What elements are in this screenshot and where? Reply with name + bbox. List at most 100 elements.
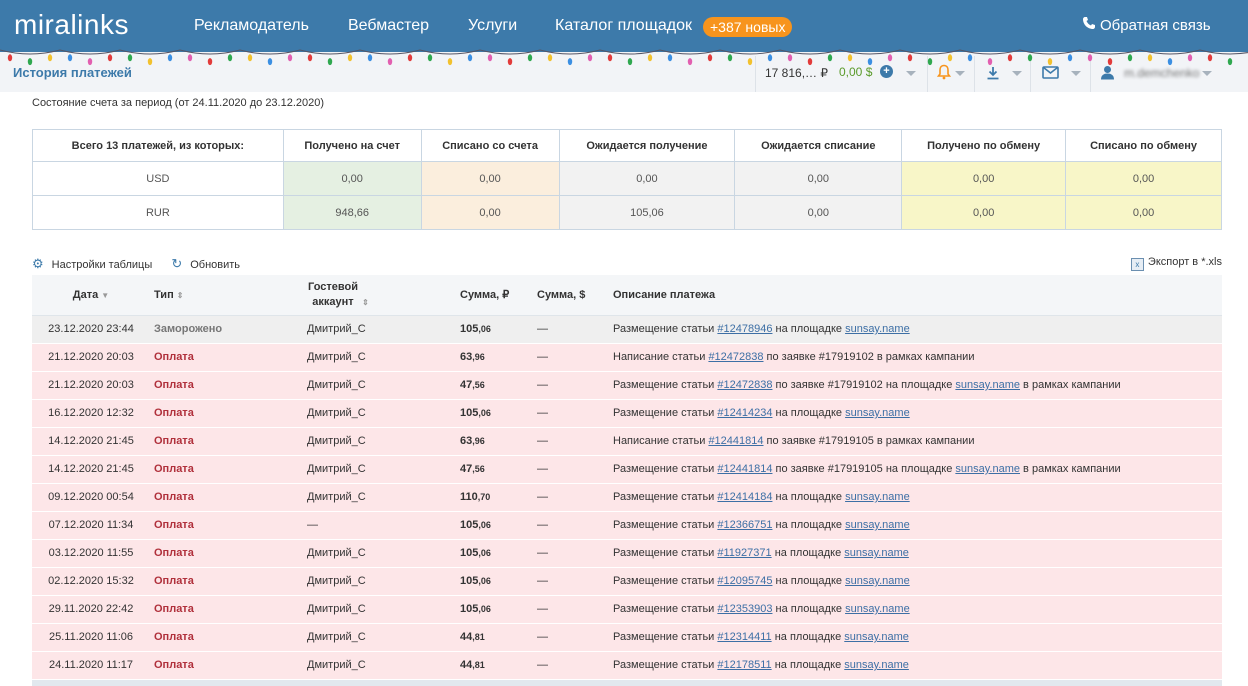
table-row[interactable]: 14.12.2020 21:45 Оплата Дмитрий_С 47,56 — Раз… [32, 455, 1222, 484]
article-link[interactable]: #12441814 [708, 435, 763, 447]
table-row[interactable]: 21.12.2020 20:03 Оплата Дмитрий_С 63,96 — Нап… [32, 343, 1222, 372]
table-row[interactable]: 25.11.2020 11:06 Оплата Дмитрий_С 44,81 — Раз… [32, 623, 1222, 652]
table-scroll-strip[interactable] [32, 680, 1222, 686]
site-link[interactable]: sunsay.name [845, 491, 910, 503]
refresh-icon: ↻ [171, 256, 183, 271]
payment-guest: Дмитрий_С [303, 399, 456, 428]
table-row[interactable]: 14.12.2020 21:45 Оплата Дмитрий_С 63,96 — Нап… [32, 427, 1222, 456]
table-row[interactable]: 09.12.2020 00:54 Оплата Дмитрий_С 110,70 — Ра… [32, 483, 1222, 512]
table-row[interactable]: 29.11.2020 22:42 Оплата Дмитрий_С 105,06 — Ра… [32, 595, 1222, 624]
page-title: История платежей [13, 65, 132, 80]
table-row[interactable]: 02.12.2020 15:32 Оплата Дмитрий_С 105,06 — Ра… [32, 567, 1222, 596]
summary-col-expected-write-off: Ожидается списание [734, 129, 903, 162]
balance-caret-icon[interactable] [906, 71, 916, 76]
table-row[interactable]: 24.11.2020 11:17 Оплата Дмитрий_С 44,81 — Раз… [32, 651, 1222, 680]
summary-row-usd: USD 0,00 0,00 0,00 0,00 0,00 0,00 [32, 161, 1222, 196]
payment-guest: Дмитрий_С [303, 343, 456, 372]
nav-advertiser[interactable]: Рекламодатель [194, 17, 309, 35]
col-date[interactable]: Дата ▼ [32, 275, 150, 316]
payment-description: Размещение статьи #12414184 на площадке … [609, 483, 1222, 512]
feedback-link[interactable]: Обратная связь [1082, 16, 1211, 34]
article-link[interactable]: #12178511 [717, 659, 771, 671]
article-link[interactable]: #12353903 [717, 603, 772, 615]
feedback-label: Обратная связь [1100, 17, 1211, 34]
table-row[interactable]: 07.12.2020 11:34 Оплата —105,06— Размещение… [32, 511, 1222, 540]
table-toolbar: ⚙ Настройки таблицы ↻ Обновить [32, 256, 256, 272]
site-link[interactable]: sunsay.name [955, 379, 1020, 391]
refresh-button[interactable]: ↻ Обновить [171, 256, 248, 271]
add-funds-icon[interactable]: + [880, 65, 893, 78]
article-link[interactable]: #12441814 [717, 463, 772, 475]
messages-button[interactable] [1030, 56, 1090, 92]
payment-type: Заморожено [154, 323, 223, 335]
article-link[interactable]: #12472838 [708, 351, 763, 363]
article-link[interactable]: #12478946 [717, 323, 772, 335]
article-link[interactable]: #12095745 [717, 575, 772, 587]
summary-col-expected-receipt: Ожидается получение [558, 129, 736, 162]
summary-col-exchange-written-off: Списано по обмену [1065, 129, 1222, 162]
summary-cell: 0,00 [420, 195, 560, 230]
site-link[interactable]: sunsay.name [955, 463, 1020, 475]
payment-date: 21.12.2020 20:03 [32, 343, 150, 372]
balance-rub: 17 816,… ₽ [765, 66, 829, 80]
article-link[interactable]: #12366751 [717, 519, 772, 531]
table-row[interactable]: 03.12.2020 11:55 Оплата Дмитрий_С 105,06 — Ра… [32, 539, 1222, 568]
table-row[interactable]: 21.12.2020 20:03 Оплата Дмитрий_С 47,56 — Раз… [32, 371, 1222, 400]
payment-guest: Дмитрий_С [303, 483, 456, 512]
payments-table: Дата ▼ Тип ⇕ Гостевой аккаунт ⇕ Сумма, ₽… [32, 275, 1222, 680]
payment-sum-usd: — [533, 623, 609, 652]
payment-sum-usd: — [533, 539, 609, 568]
article-link[interactable]: #12414234 [717, 407, 772, 419]
bell-icon [936, 64, 952, 85]
payment-date: 29.11.2020 22:42 [32, 595, 150, 624]
col-description: Описание платежа [609, 275, 1222, 316]
payment-sum-usd: — [533, 371, 609, 400]
payment-guest: Дмитрий_С [303, 651, 456, 680]
summary-cell: 0,00 [1065, 195, 1222, 230]
payment-description: Размещение статьи #12366751 на площадке … [609, 511, 1222, 540]
payment-type: Оплата [154, 407, 194, 419]
export-xls-button[interactable]: x Экспорт в *.xls [1130, 256, 1222, 271]
article-link[interactable]: #11927371 [717, 547, 771, 559]
col-type[interactable]: Тип ⇕ [150, 275, 303, 316]
site-link[interactable]: sunsay.name [845, 323, 910, 335]
article-link[interactable]: #12414184 [717, 491, 772, 503]
col-sum-rub[interactable]: Сумма, ₽ [456, 275, 533, 316]
site-link[interactable]: sunsay.name [844, 547, 909, 559]
summary-col-written-off: Списано со счета [420, 129, 560, 162]
download-icon [986, 66, 1000, 85]
payment-sum-usd: — [533, 483, 609, 512]
site-link[interactable]: sunsay.name [844, 631, 909, 643]
new-sites-badge[interactable]: +387 новых [703, 17, 793, 37]
currency-label: RUR [32, 195, 284, 230]
payment-type: Оплата [154, 659, 194, 671]
payment-date: 09.12.2020 00:54 [32, 483, 150, 512]
article-link[interactable]: #12472838 [717, 379, 772, 391]
summary-header-row: Всего 13 платежей, из которых: Получено … [32, 129, 1222, 162]
nav-catalog[interactable]: Каталог площадок [555, 17, 692, 35]
nav-services[interactable]: Услуги [468, 17, 517, 35]
payment-date: 02.12.2020 15:32 [32, 567, 150, 596]
site-link[interactable]: sunsay.name [844, 659, 909, 671]
nav-webmaster[interactable]: Вебмастер [348, 17, 429, 35]
logo[interactable]: miralinks [14, 9, 129, 41]
col-sum-usd[interactable]: Сумма, $ [533, 275, 609, 316]
payment-date: 25.11.2020 11:06 [32, 623, 150, 652]
messages-caret-icon [1071, 71, 1081, 76]
table-row[interactable]: 23.12.2020 23:44 Заморожено Дмитрий_С 105,0… [32, 315, 1222, 344]
article-link[interactable]: #12314411 [717, 631, 771, 643]
payment-guest: Дмитрий_С [303, 539, 456, 568]
sort-desc-icon: ▼ [101, 290, 110, 300]
table-row[interactable]: 16.12.2020 12:32 Оплата Дмитрий_С 105,06 — Ра… [32, 399, 1222, 428]
site-link[interactable]: sunsay.name [845, 603, 910, 615]
col-guest[interactable]: Гостевой аккаунт ⇕ [303, 275, 456, 316]
site-link[interactable]: sunsay.name [845, 407, 910, 419]
refresh-label: Обновить [190, 259, 241, 271]
payment-sum-rub: 105,06 [460, 407, 491, 419]
site-link[interactable]: sunsay.name [845, 575, 910, 587]
payment-sum-usd: — [533, 651, 609, 680]
payment-date: 14.12.2020 21:45 [32, 455, 150, 484]
phone-icon [1082, 16, 1096, 34]
table-settings-button[interactable]: ⚙ Настройки таблицы [32, 256, 160, 271]
site-link[interactable]: sunsay.name [845, 519, 910, 531]
